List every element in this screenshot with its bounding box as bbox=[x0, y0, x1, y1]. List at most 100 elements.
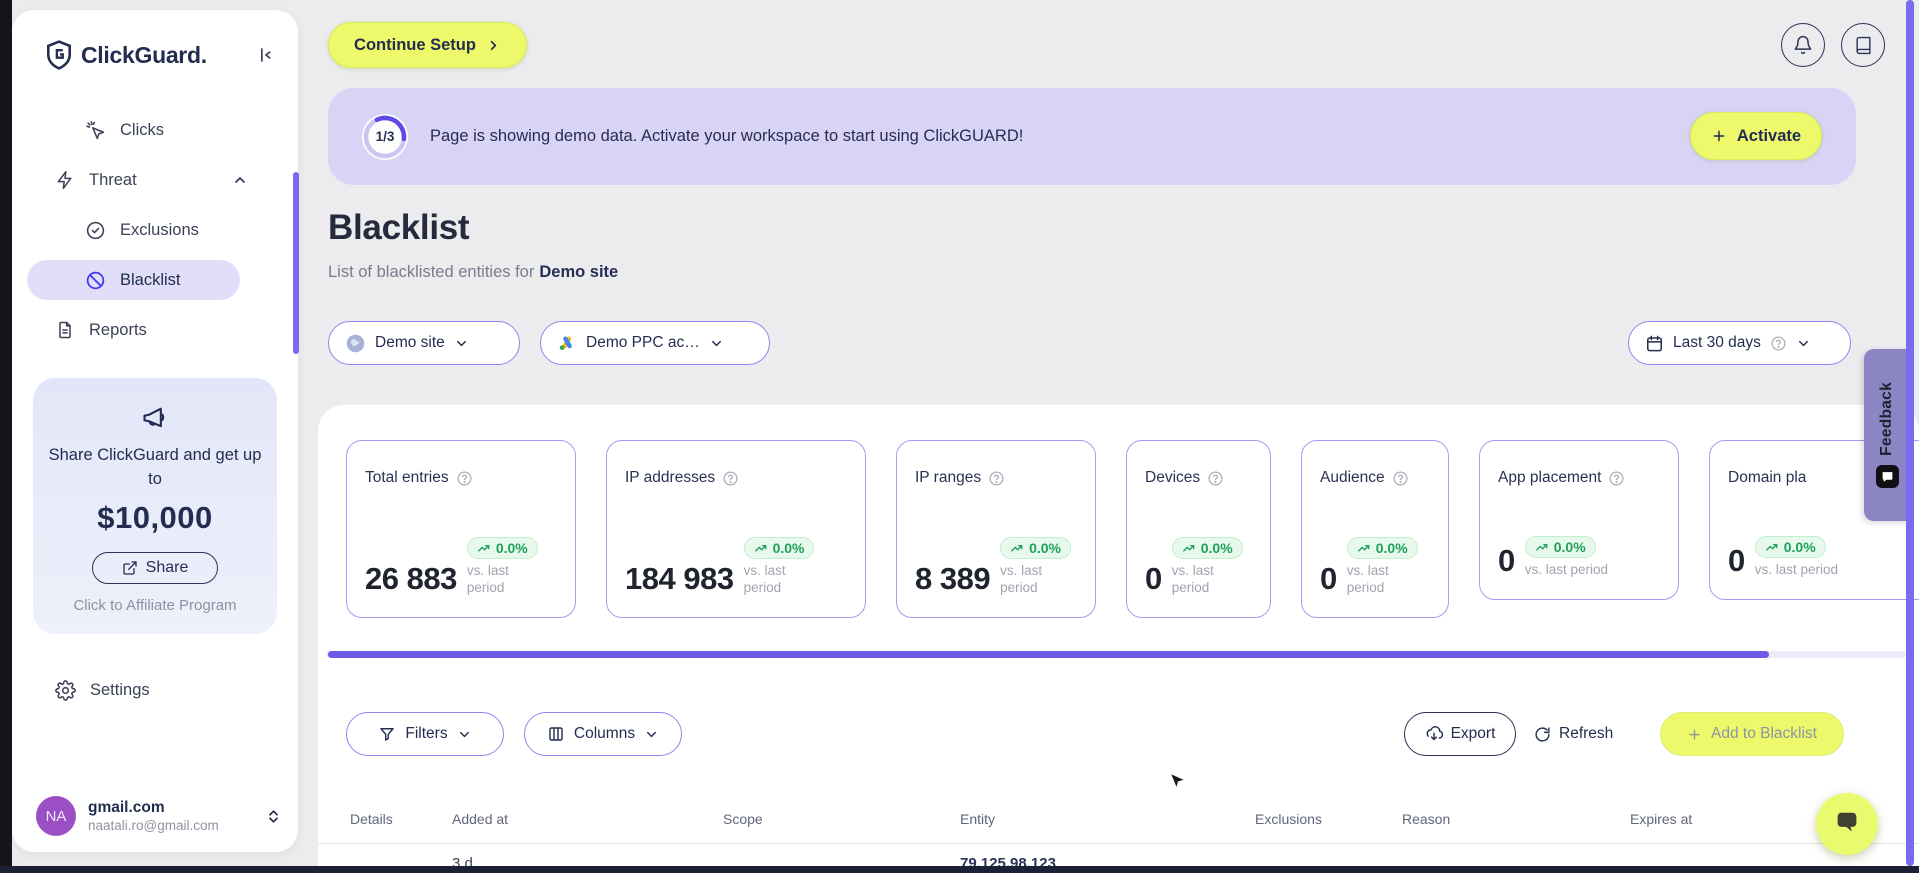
stat-value: 0 bbox=[1498, 543, 1515, 578]
chat-bubble-icon bbox=[1832, 809, 1862, 839]
stat-label: Total entries bbox=[365, 469, 449, 486]
column-header-exclusions: Exclusions bbox=[1255, 811, 1322, 827]
feedback-label: Feedback bbox=[1878, 381, 1895, 456]
delta-badge: 0.0% bbox=[466, 536, 538, 559]
columns-dropdown[interactable]: Columns bbox=[524, 712, 682, 756]
chevron-right-icon bbox=[486, 38, 501, 53]
screen-edge-left bbox=[0, 0, 12, 873]
share-button[interactable]: Share bbox=[92, 551, 218, 584]
column-header-expires-at: Expires at bbox=[1630, 811, 1693, 827]
sidebar: ClickGuard. Clicks Threat Exclusions Bla… bbox=[12, 10, 298, 852]
megaphone-icon bbox=[47, 404, 263, 432]
help-circle-icon[interactable] bbox=[1608, 470, 1625, 487]
stat-card-devices: Devices 0 0.0% vs. last period bbox=[1126, 440, 1271, 618]
help-circle-icon[interactable] bbox=[988, 470, 1005, 487]
date-range-selector[interactable]: Last 30 days bbox=[1628, 321, 1851, 365]
sidebar-item-label: Threat bbox=[89, 170, 137, 189]
demo-data-banner: 1/3 Page is showing demo data. Activate … bbox=[328, 88, 1856, 185]
collapse-sidebar-icon[interactable] bbox=[256, 45, 276, 65]
sidebar-item-reports[interactable]: Reports bbox=[12, 310, 298, 350]
continue-setup-label: Continue Setup bbox=[354, 35, 476, 54]
refresh-button[interactable]: Refresh bbox=[1534, 712, 1613, 756]
stat-card-app-placement: App placement 0 0.0% vs. last period bbox=[1479, 440, 1679, 600]
gear-icon bbox=[55, 680, 76, 701]
banner-message: Page is showing demo data. Activate your… bbox=[430, 127, 1024, 145]
site-selector-value: Demo site bbox=[375, 334, 445, 351]
sidebar-item-exclusions[interactable]: Exclusions bbox=[12, 210, 298, 250]
export-label: Export bbox=[1450, 725, 1496, 742]
help-circle-icon[interactable] bbox=[456, 470, 473, 487]
chevron-down-icon bbox=[709, 336, 724, 351]
delta-badge: 0.0% bbox=[1346, 536, 1418, 559]
sidebar-item-label: Exclusions bbox=[120, 220, 199, 239]
column-header-details: Details bbox=[350, 811, 393, 827]
page-subtitle: List of blacklisted entities for Demo sit… bbox=[328, 263, 618, 282]
delta-badge: 0.0% bbox=[1000, 536, 1071, 559]
account-email: naatali.ro@gmail.com bbox=[88, 818, 219, 833]
cards-scrollbar-thumb[interactable] bbox=[328, 651, 1769, 658]
stat-vs-label: vs. last period bbox=[1524, 562, 1609, 578]
delta-badge: 0.0% bbox=[1754, 536, 1826, 559]
google-ads-icon bbox=[557, 333, 577, 353]
brand-wordmark: ClickGuard. bbox=[81, 41, 207, 68]
bell-icon bbox=[1793, 35, 1813, 55]
cloud-download-icon bbox=[1425, 725, 1443, 743]
feedback-tab[interactable]: Feedback bbox=[1864, 349, 1910, 521]
activate-button[interactable]: Activate bbox=[1690, 112, 1822, 160]
stat-label: Audience bbox=[1320, 469, 1385, 486]
stat-value: 26 883 bbox=[365, 561, 457, 596]
help-circle-icon[interactable] bbox=[722, 470, 739, 487]
file-text-icon bbox=[55, 320, 75, 340]
sidebar-nav: Clicks Threat Exclusions Blacklist Repor… bbox=[12, 110, 298, 350]
export-button[interactable]: Export bbox=[1404, 712, 1516, 756]
delta-badge: 0.0% bbox=[743, 536, 815, 559]
page-subtitle-target: Demo site bbox=[539, 263, 619, 281]
delta-badge: 0.0% bbox=[1524, 536, 1596, 559]
stat-vs-label: vs. last period bbox=[1000, 562, 1043, 596]
ppc-account-selector[interactable]: Demo PPC ac… bbox=[540, 321, 770, 365]
table-header-divider bbox=[318, 843, 1919, 844]
site-selector[interactable]: Demo site bbox=[328, 321, 520, 365]
stat-value: 0 bbox=[1320, 561, 1337, 596]
trending-up-icon bbox=[1357, 544, 1370, 552]
sidebar-item-threat[interactable]: Threat bbox=[12, 160, 298, 200]
stat-value: 0 bbox=[1145, 561, 1162, 596]
chevron-up-icon[interactable] bbox=[232, 172, 248, 188]
stat-label: IP ranges bbox=[915, 469, 982, 486]
page-scrollbar[interactable] bbox=[1906, 0, 1914, 866]
help-circle-icon[interactable] bbox=[1770, 335, 1787, 352]
affiliate-promo-card[interactable]: Share ClickGuard and get up to $10,000 S… bbox=[33, 378, 277, 634]
filters-label: Filters bbox=[405, 725, 448, 742]
docs-button[interactable] bbox=[1841, 23, 1885, 67]
sidebar-item-settings[interactable]: Settings bbox=[12, 680, 298, 701]
filters-dropdown[interactable]: Filters bbox=[346, 712, 504, 756]
notifications-button[interactable] bbox=[1781, 23, 1825, 67]
column-header-scope: Scope bbox=[723, 811, 763, 827]
add-to-blacklist-label: Add to Blacklist bbox=[1711, 725, 1817, 742]
row-entity: 79.125.98.123 bbox=[960, 855, 1056, 866]
stat-label: Devices bbox=[1145, 469, 1201, 486]
stat-vs-label: vs. last period bbox=[1754, 562, 1839, 578]
sidebar-item-clicks[interactable]: Clicks bbox=[12, 110, 298, 150]
columns-label: Columns bbox=[573, 725, 636, 742]
share-button-label: Share bbox=[145, 558, 189, 576]
trending-up-icon bbox=[1182, 544, 1195, 552]
chevron-down-icon bbox=[1796, 336, 1811, 351]
activate-label: Activate bbox=[1736, 126, 1802, 145]
sidebar-scrollbar[interactable] bbox=[293, 172, 299, 354]
stat-card-ip-ranges: IP ranges 8 389 0.0% vs. last period bbox=[896, 440, 1096, 618]
external-link-icon bbox=[122, 560, 138, 576]
sidebar-item-blacklist[interactable]: Blacklist bbox=[27, 260, 240, 300]
columns-icon bbox=[547, 725, 565, 743]
plus-icon bbox=[1711, 128, 1727, 144]
table-row[interactable]: 3 d 79.125.98.123 bbox=[318, 855, 1919, 866]
stat-label: App placement bbox=[1498, 469, 1602, 486]
chat-launcher-button[interactable] bbox=[1816, 793, 1878, 855]
continue-setup-button[interactable]: Continue Setup bbox=[328, 22, 527, 68]
add-to-blacklist-button[interactable]: Add to Blacklist bbox=[1660, 712, 1844, 756]
plus-icon bbox=[1687, 727, 1702, 742]
promo-amount: $10,000 bbox=[97, 499, 213, 535]
help-circle-icon[interactable] bbox=[1207, 470, 1224, 487]
help-circle-icon[interactable] bbox=[1392, 470, 1409, 487]
account-switcher[interactable]: NA gmail.com naatali.ro@gmail.com bbox=[36, 796, 282, 836]
